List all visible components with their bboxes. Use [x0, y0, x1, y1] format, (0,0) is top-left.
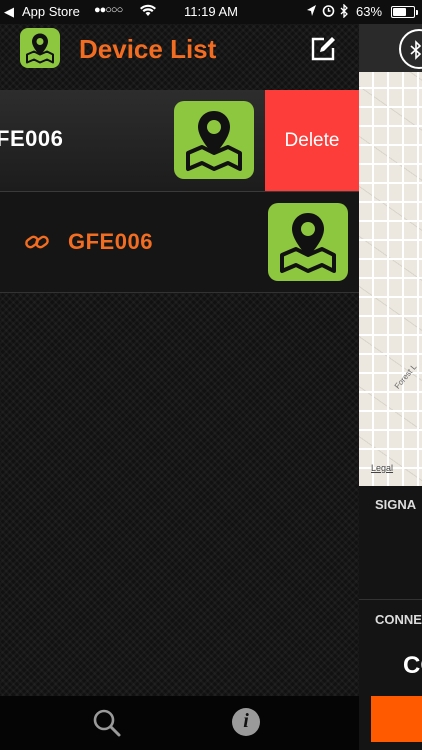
device-name: GFE006 [68, 229, 153, 254]
main-screen-peek[interactable]: Forest L Legal SIGNA CONNE CO [359, 0, 422, 750]
search-icon [93, 709, 121, 737]
info-button[interactable]: i [232, 708, 260, 736]
main-screen-header [359, 24, 422, 72]
bottom-toolbar: i [0, 696, 359, 750]
device-name: FE006 [0, 126, 64, 151]
map-road-label: Forest L [392, 362, 419, 391]
clock: 11:19 AM [184, 4, 238, 19]
status-bar: ◀ App Store ●●○○○ 11:19 AM 63% [0, 0, 422, 24]
delete-button[interactable]: Delete [265, 90, 359, 191]
edit-button[interactable] [310, 36, 336, 62]
map-pin-icon [20, 28, 60, 68]
signal-label: SIGNA [375, 497, 417, 512]
link-icon [24, 232, 50, 252]
bluetooth-icon [340, 4, 349, 18]
wifi-icon [140, 4, 156, 17]
bluetooth-button[interactable] [399, 29, 422, 69]
battery-icon [391, 6, 418, 18]
location-arrow-icon [306, 4, 317, 17]
connection-value: CO [403, 652, 422, 679]
battery-percentage: 63% [356, 4, 383, 19]
back-arrow-icon[interactable]: ◀ [4, 4, 14, 20]
device-row[interactable]: FE006 Delete [0, 90, 359, 192]
info-icon: i [243, 710, 249, 732]
edit-icon [311, 37, 335, 61]
signal-strength: ●●○○○ [94, 4, 123, 16]
map-legal-link[interactable]: Legal [371, 463, 393, 473]
map-view[interactable]: Forest L [359, 72, 422, 486]
drawer-header: Device List [0, 24, 359, 72]
map-pin-icon [268, 203, 348, 281]
device-row[interactable]: GFE006 [0, 192, 359, 293]
divider [359, 599, 422, 600]
search-button[interactable] [92, 708, 122, 738]
back-to-app-label[interactable]: App Store [22, 4, 80, 19]
action-button[interactable] [371, 696, 422, 742]
device-list-drawer: Device List FE006 Delete GFE006 i [0, 24, 359, 750]
bluetooth-icon [409, 40, 422, 60]
connection-label: CONNE [375, 612, 422, 627]
map-pin-icon [174, 101, 254, 179]
page-title: Device List [79, 34, 217, 64]
alarm-icon [322, 4, 335, 17]
